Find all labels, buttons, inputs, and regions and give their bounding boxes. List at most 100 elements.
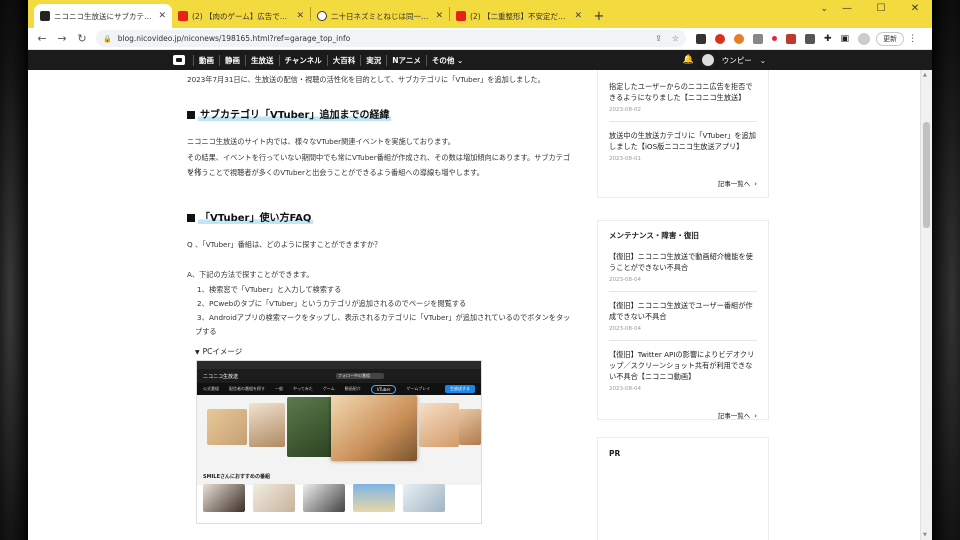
nav-item-nanime[interactable]: Nアニメ [386,54,426,66]
nav-item-live[interactable]: 生放送 [245,54,279,66]
sidebar-article-date: 2023-08-04 [609,326,641,332]
sidebar-icon[interactable]: ▣ [841,34,850,44]
new-tab-button[interactable]: + [588,4,610,28]
divider [609,291,757,292]
scroll-down-icon[interactable]: ▼ [923,532,927,538]
bell-icon[interactable]: 🔔 [682,55,693,65]
nav-item-seiga[interactable]: 静画 [219,54,245,66]
sidebar-article-title[interactable]: 放送中の生放送カテゴリに「VTuber」を追加しました【iOS版ニコニコ生放送ア… [609,130,757,152]
reload-button[interactable]: ↻ [72,32,92,45]
close-tab-icon[interactable]: ✕ [435,11,443,21]
pet-photo-card [207,409,247,445]
page-scrollbar[interactable]: ▲ ▼ [920,70,932,540]
close-tab-icon[interactable]: ✕ [574,11,582,21]
share-icon[interactable]: ⇪ [655,34,662,43]
minimize-button[interactable]: — [830,0,864,28]
close-tab-icon[interactable]: ✕ [296,11,304,21]
tab-search-chevron-icon[interactable]: ⌄ [820,4,828,14]
extension-icon[interactable] [772,36,777,41]
list-item: 3、Androidアプリの検索マークをタップし、表示されるカテゴリに「VTube… [195,313,571,336]
list-item: 2、PCwebのタブに「VTuber」というカテゴリが追加されるのでページを閲覧… [197,299,467,308]
sidebar-article[interactable]: 【復旧】ニコニコ生放送でユーザー番組が作成できない不具合 2023-08-04 [598,300,768,332]
back-button[interactable]: ← [32,32,52,45]
faq-answer: A、下記の方法で探すことができます。 [187,270,314,279]
profile-avatar[interactable] [858,32,871,45]
screenshot-category: 配信者の番組を探す [229,386,265,391]
screenshot-logo: ニコニコ生放送 [203,373,239,380]
chevron-right-icon: › [754,412,757,420]
niconico-logo[interactable] [173,55,185,65]
pr-box: PR [597,437,769,540]
screenshot-category: ゲーム [322,386,335,391]
divider [609,340,757,341]
puzzle-icon[interactable]: ✚ [824,34,832,44]
scroll-up-icon[interactable]: ▲ [923,72,927,78]
user-name[interactable]: ウンピー [722,55,752,66]
desktop-right-margin [932,0,960,540]
bookmark-star-icon[interactable]: ☆ [672,34,679,43]
sidebar-article[interactable]: 【復旧】ニコニコ生放送で動画紹介機能を使うことができない不具合 2023-08-… [598,241,768,283]
sidebar-article[interactable]: 【復旧】Twitter APIの影響によりビデオクリップ／スクリーンショット共有… [598,349,768,392]
extension-icon[interactable] [753,33,763,44]
extension-icon[interactable] [786,33,796,44]
heading-square-icon [187,214,195,222]
close-window-button[interactable]: ✕ [898,0,932,28]
extension-icon[interactable] [805,33,815,44]
address-bar[interactable]: 🔒 blog.nicovideo.jp/niconews/198165.html… [96,30,686,47]
extension-icon[interactable] [734,33,744,44]
screenshot-category: やってみた [293,386,313,391]
screenshot-header: ニコニコ生放送 フォロー中の番組 [197,369,481,383]
screenshot-category: 一般 [275,386,283,391]
heading-text: サブカテゴリ「VTuber」追加までの経緯 [198,110,392,121]
sidebar-article[interactable]: 指定したユーザーからのニコニ広告を拒否できるようになりました【ニコニコ生放送】 … [598,70,768,113]
user-menu-chevron-icon[interactable]: ⌄ [760,56,766,65]
sidebar-article-date: 2023-08-04 [609,386,641,392]
nav-item-video[interactable]: 動画 [193,54,219,66]
tab-title: (2) 【二重整形】不安定だった二重が [470,11,570,21]
faq-question: Q 、「VTuber」番組は、どのように探すことができますか？ [187,240,382,249]
update-button[interactable]: 更新 [876,31,905,46]
sidebar-article[interactable]: 放送中の生放送カテゴリに「VTuber」を追加しました【iOS版ニコニコ生放送ア… [598,130,768,162]
more-articles-link[interactable]: 記事一覧へ › [598,410,768,420]
forward-button[interactable]: → [52,32,72,45]
page-content: 2023年7月31日に、生放送の配信・視聴の活性化を目的として、サブカテゴリに「… [28,70,920,540]
user-avatar[interactable] [701,54,714,66]
site-navigation: 動画 静画 生放送 チャンネル 大百科 実況 Nアニメ その他 ⌄ 🔔 ウンピー… [28,50,932,70]
pet-photo-card [459,409,481,445]
nav-item-jikkyo[interactable]: 実況 [360,54,386,66]
window-controls: — ☐ ✕ [830,0,932,28]
maximize-button[interactable]: ☐ [864,0,898,28]
triangle-down-icon: ▼ [195,349,200,356]
screenshot-thumb [203,484,245,512]
tab-title: (2) 【肉のゲーム】広告でよく見るやつ [192,11,293,21]
menu-icon[interactable]: ⋮ [908,34,917,44]
sidebar-article-title[interactable]: 【復旧】Twitter APIの影響によりビデオクリップ／スクリーンショット共有… [609,349,757,382]
close-tab-icon[interactable]: ✕ [158,11,166,21]
more-articles-link[interactable]: 記事一覧へ › [598,178,768,188]
extension-icon[interactable] [696,33,706,44]
tab-youtube-2[interactable]: (2) 【二重整形】不安定だった二重が ✕ [450,4,588,28]
heading-faq: 「VTuber」使い方FAQ [187,212,314,226]
nav-item-channel[interactable]: チャンネル [278,54,327,66]
maintenance-box: メンテナンス・障害・復旧 【復旧】ニコニコ生放送で動画紹介機能を使うことができな… [597,220,769,420]
divider [609,121,757,122]
youtube-icon [178,11,188,21]
screenshot-recommend: SMILEさんにおすすめの番組 [197,469,481,516]
extension-icon[interactable] [715,33,725,44]
browser-toolbar: ← → ↻ 🔒 blog.nicovideo.jp/niconews/19816… [28,28,932,50]
browser-window: ニコニコ生放送にサブカテゴリ「VTuber」を追加しました ✕ (2) 【肉のゲ… [28,0,932,540]
lock-icon[interactable]: 🔒 [103,35,112,43]
screenshot-live-button: 生放送する [445,385,475,393]
screenshot-thumb [353,484,395,512]
sidebar-article-title[interactable]: 【復旧】ニコニコ生放送でユーザー番組が作成できない不具合 [609,300,757,322]
scrollbar-thumb[interactable] [923,122,930,228]
nav-item-dic[interactable]: 大百科 [326,54,361,66]
nav-item-other[interactable]: その他 ⌄ [425,54,468,66]
screenshot-thumb [403,484,445,512]
tab-youtube-1[interactable]: (2) 【肉のゲーム】広告でよく見るやつ ✕ [172,4,310,28]
sidebar-article-title[interactable]: 【復旧】ニコニコ生放送で動画紹介機能を使うことができない不具合 [609,251,757,273]
tab-info-page[interactable]: 二十日ネズミとねじは同一人物？ ✕ [311,4,449,28]
tab-title: 二十日ネズミとねじは同一人物？ [331,11,431,21]
tab-niconico-blog[interactable]: ニコニコ生放送にサブカテゴリ「VTuber」を追加しました ✕ [34,4,172,28]
sidebar-article-title[interactable]: 指定したユーザーからのニコニ広告を拒否できるようになりました【ニコニコ生放送】 [609,81,757,103]
